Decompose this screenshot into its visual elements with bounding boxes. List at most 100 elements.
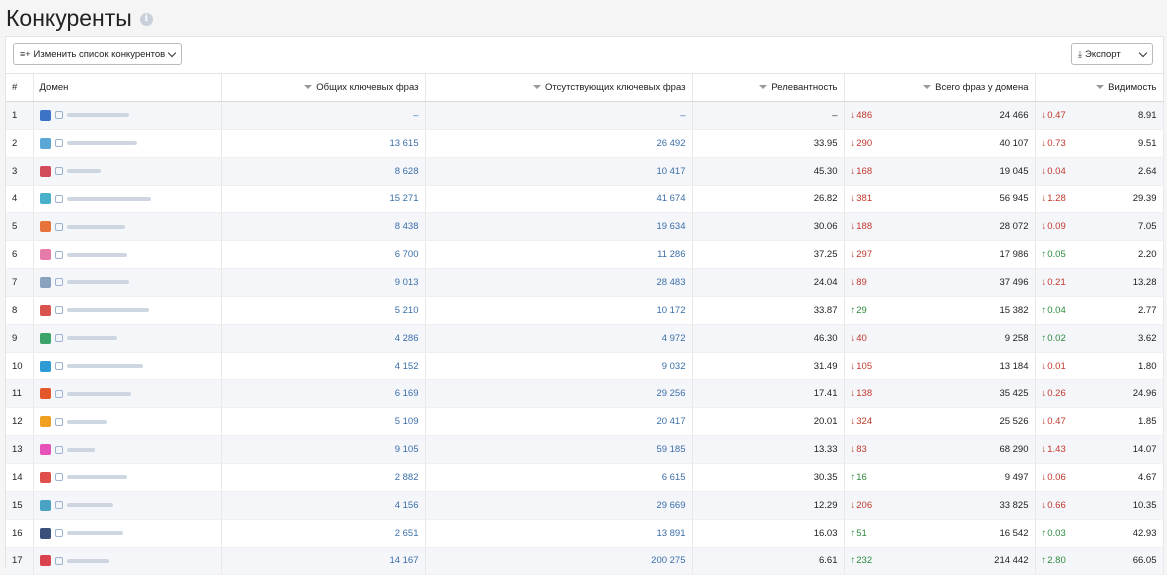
table-row[interactable]: 79 013 28 483 24.04 ↓89 37 496 ↓0.21 13.28 [6, 268, 1164, 297]
domain-link-blurred[interactable] [66, 308, 149, 313]
domain-link-blurred[interactable] [66, 531, 123, 536]
domain-link-blurred[interactable] [66, 419, 107, 424]
table-row[interactable]: 12 5 109 20 417 20.01 ↓324 25 526 ↓0.47 1.85 [6, 407, 1164, 437]
total-keywords-value[interactable]: 6 700 [221, 240, 426, 270]
arrow-up-icon: ↑ [850, 304, 856, 316]
external-link-icon[interactable] [54, 556, 63, 565]
external-link-icon[interactable] [54, 222, 63, 231]
domain-link-blurred[interactable] [66, 364, 143, 369]
missing-keywords-value[interactable]: 9 032 [425, 352, 693, 381]
missing-keywords-value[interactable]: 4 972 [425, 324, 693, 353]
domain-link-blurred[interactable] [66, 224, 125, 229]
total-keywords-value[interactable]: 4 152 [221, 352, 426, 381]
table-row[interactable]: 6 6 700 11 286 37.25 ↓297 17 986 ↑0.05 2.20 [6, 240, 1164, 270]
external-link-icon[interactable] [54, 501, 63, 510]
domain-link-blurred[interactable] [66, 141, 137, 146]
external-link-icon[interactable] [54, 473, 63, 482]
missing-keywords-value[interactable]: 26 492 [425, 129, 693, 158]
missing-keywords-value[interactable]: 200 275 [425, 547, 693, 575]
domain-link-blurred[interactable] [66, 391, 131, 396]
total-keywords-value[interactable]: 4 286 [221, 324, 426, 353]
col-relevance[interactable]: Релевантность [692, 74, 845, 102]
table-row[interactable]: 14 2 882 6 615 30.35 ↑16 9 497 ↓0.06 4.67 [6, 463, 1164, 492]
col-missing-keywords[interactable]: Отсутствующих ключевых фраз [425, 74, 693, 102]
col-domain-phrases[interactable]: Всего фраз у домена [844, 74, 1036, 102]
domain-link-blurred[interactable] [66, 252, 127, 257]
domain-cell [33, 491, 222, 520]
domain-link-blurred[interactable] [66, 169, 101, 174]
domain-link-blurred[interactable] [66, 503, 113, 508]
missing-keywords-value[interactable]: 28 483 [425, 268, 693, 297]
info-icon[interactable]: i [139, 13, 153, 26]
external-link-icon[interactable] [54, 389, 63, 398]
total-keywords-value[interactable]: 5 210 [221, 296, 426, 325]
missing-keywords-value[interactable]: 19 634 [425, 212, 693, 242]
external-link-icon[interactable] [54, 194, 63, 203]
domain-link-blurred[interactable] [66, 447, 95, 452]
external-link-icon[interactable] [54, 362, 63, 371]
table-row[interactable]: 4 15 271 41 674 26.82 ↓381 56 945 ↓1.28 29.39 [6, 185, 1164, 214]
missing-keywords-value[interactable]: 13 891 [425, 519, 693, 548]
table-row[interactable]: 38 628 10 417 45.30 ↓168 19 045 ↓0.04 2.64 [6, 157, 1164, 186]
total-keywords-value[interactable]: 4 156 [221, 491, 426, 520]
table-row[interactable]: 9 4 286 4 972 46.30 ↓40 9 258 ↑0.02 3.62 [6, 324, 1164, 353]
arrow-down-icon: ↓ [1041, 444, 1047, 456]
table-row[interactable]: 17 14 167 200 275 6.61 ↑232 214 442 ↑2.80 66.05 [6, 547, 1164, 575]
external-link-icon[interactable] [54, 417, 63, 426]
total-keywords-value[interactable]: – [221, 101, 426, 130]
col-visibility[interactable]: Видимость [1035, 74, 1164, 102]
total-keywords-value[interactable]: 8 438 [221, 212, 426, 242]
total-keywords-value[interactable]: 6 169 [221, 379, 426, 409]
external-link-icon[interactable] [54, 139, 63, 148]
phrases-change-value: 168 [856, 165, 873, 177]
domain-link-blurred[interactable] [66, 113, 129, 118]
missing-keywords-value[interactable]: – [425, 101, 693, 130]
phrases-change: ↓206 [851, 500, 873, 511]
external-link-icon[interactable] [54, 306, 63, 315]
table-row[interactable]: 15 4 156 29 669 12.29 ↓206 33 825 ↓0.66 10.35 [6, 491, 1164, 520]
total-keywords-value[interactable]: 5 109 [221, 407, 426, 437]
total-keywords-value[interactable]: 9 013 [221, 268, 426, 297]
missing-keywords-value[interactable]: 10 417 [425, 157, 693, 186]
total-keywords-value[interactable]: 13 615 [221, 129, 426, 158]
missing-keywords-value[interactable]: 20 417 [425, 407, 693, 437]
domain-link-blurred[interactable] [66, 196, 151, 201]
table-row[interactable]: 2 13 615 26 492 33.95 ↓290 40 107 ↓0.73 9.51 [6, 129, 1164, 158]
change-competitors-button[interactable]: ≡+ Изменить список конкурентов [13, 43, 182, 65]
missing-keywords-value[interactable]: 41 674 [425, 185, 693, 214]
table-row[interactable]: 10 4 152 9 032 31.49 ↓105 13 184 ↓0.01 1.80 [6, 352, 1164, 381]
external-link-icon[interactable] [54, 445, 63, 454]
missing-keywords-value[interactable]: 59 185 [425, 435, 693, 464]
missing-keywords-value[interactable]: 29 256 [425, 379, 693, 409]
external-link-icon[interactable] [54, 278, 63, 287]
phrases-change: ↓381 [851, 193, 873, 204]
missing-keywords-value[interactable]: 10 172 [425, 296, 693, 325]
total-keywords-value[interactable]: 8 628 [221, 157, 426, 186]
total-keywords-value[interactable]: 9 105 [221, 435, 426, 464]
table-row[interactable]: 1– – – ↓486 24 466 ↓0.47 8.91 [6, 101, 1164, 130]
external-link-icon[interactable] [54, 167, 63, 176]
domain-link-blurred[interactable] [66, 475, 127, 480]
missing-keywords-value[interactable]: 11 286 [425, 240, 693, 270]
external-link-icon[interactable] [54, 111, 63, 120]
table-row[interactable]: 16 2 651 13 891 16.03 ↑51 16 542 ↑0.03 42.93 [6, 519, 1164, 548]
table-row[interactable]: 85 210 10 172 33.87 ↑29 15 382 ↑0.04 2.77 [6, 296, 1164, 325]
col-domain[interactable]: Домен [33, 74, 222, 102]
total-keywords-value[interactable]: 2 882 [221, 463, 426, 492]
missing-keywords-value[interactable]: 6 615 [425, 463, 693, 492]
col-total-keywords[interactable]: Общих ключевых фраз [221, 74, 426, 102]
external-link-icon[interactable] [54, 334, 63, 343]
missing-keywords-value[interactable]: 29 669 [425, 491, 693, 520]
table-row[interactable]: 58 438 19 634 30.06 ↓188 28 072 ↓0.09 7.05 [6, 212, 1164, 242]
domain-link-blurred[interactable] [66, 280, 129, 285]
table-row[interactable]: 11 6 169 29 256 17.41 ↓138 35 425 ↓0.26 24.96 [6, 379, 1164, 409]
external-link-icon[interactable] [54, 250, 63, 259]
total-keywords-value[interactable]: 14 167 [221, 547, 426, 575]
domain-link-blurred[interactable] [66, 336, 117, 341]
export-button[interactable]: ⤓ Экспорт [1071, 43, 1153, 65]
total-keywords-value[interactable]: 15 271 [221, 185, 426, 214]
table-row[interactable]: 13 9 105 59 185 13.33 ↓83 68 290 ↓1.43 14.07 [6, 435, 1164, 464]
total-keywords-value[interactable]: 2 651 [221, 519, 426, 548]
external-link-icon[interactable] [54, 529, 63, 538]
arrow-up-icon: ↑ [1041, 332, 1047, 344]
